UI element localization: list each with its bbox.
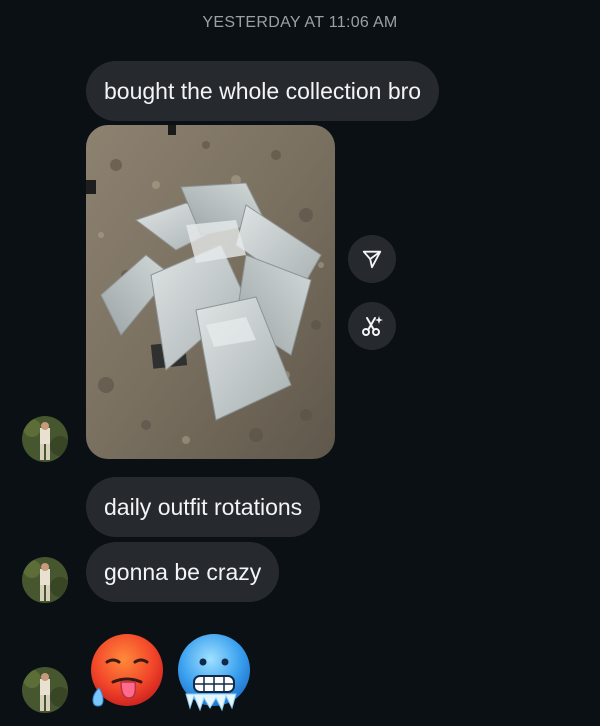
avatar[interactable] [22,557,68,603]
ai-edit-button[interactable] [348,302,396,350]
photo-image [86,125,335,459]
share-icon [362,250,382,269]
avatar-image [22,557,68,603]
hot-face-emoji[interactable] [89,632,165,712]
chat-screen: YESTERDAY AT 11:06 AM bought the whole c… [0,0,600,726]
avatar[interactable] [22,416,68,462]
message-text: gonna be crazy [104,559,262,585]
share-button[interactable] [348,235,396,283]
cold-face-emoji[interactable] [176,632,252,712]
avatar[interactable] [22,667,68,713]
message-bubble[interactable]: bought the whole collection bro [86,61,440,121]
message-text: bought the whole collection bro [104,78,422,104]
ai-sparkle-scissors-icon [362,316,383,336]
message-bubble[interactable]: daily outfit rotations [86,477,321,537]
cold-face-icon [178,634,250,712]
message-bubble[interactable]: gonna be crazy [86,542,280,602]
hot-face-icon [91,634,163,707]
message-photo[interactable] [86,125,335,459]
message-text: daily outfit rotations [104,494,303,520]
avatar-image [22,667,68,713]
timestamp: YESTERDAY AT 11:06 AM [202,14,398,31]
avatar-image [22,416,68,462]
